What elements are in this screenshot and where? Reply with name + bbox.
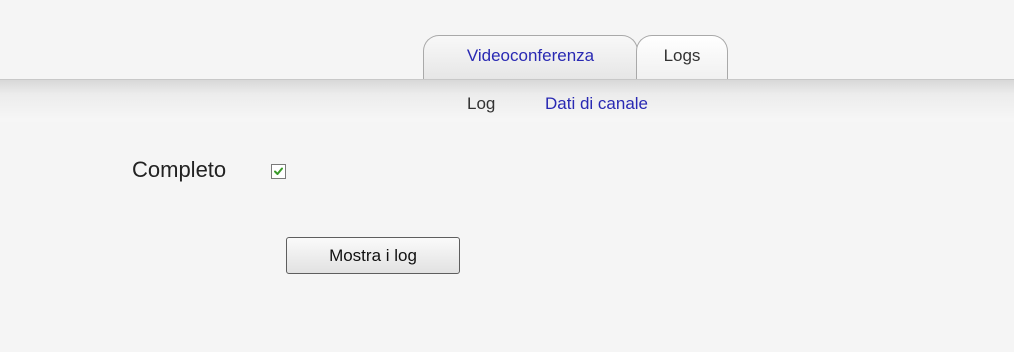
tab-videoconferenza-label: Videoconferenza xyxy=(466,46,595,65)
checkmark-icon xyxy=(274,167,283,175)
tab-logs-label: Logs xyxy=(663,46,701,65)
subtab-bar: Log Dati di canale xyxy=(0,80,1014,122)
complete-checkbox[interactable] xyxy=(271,164,286,179)
subtab-dati-di-canale[interactable]: Dati di canale xyxy=(545,94,648,114)
complete-label: Completo xyxy=(132,157,227,182)
subtab-log[interactable]: Log xyxy=(467,94,495,114)
tab-row: Videoconferenza Logs xyxy=(0,0,1014,80)
page: Videoconferenza Logs Log Dati di canale … xyxy=(0,0,1014,352)
tab-videoconferenza[interactable]: Videoconferenza xyxy=(423,35,638,80)
tab-logs[interactable]: Logs xyxy=(636,35,728,80)
show-logs-button[interactable]: Mostra i log xyxy=(286,237,460,274)
